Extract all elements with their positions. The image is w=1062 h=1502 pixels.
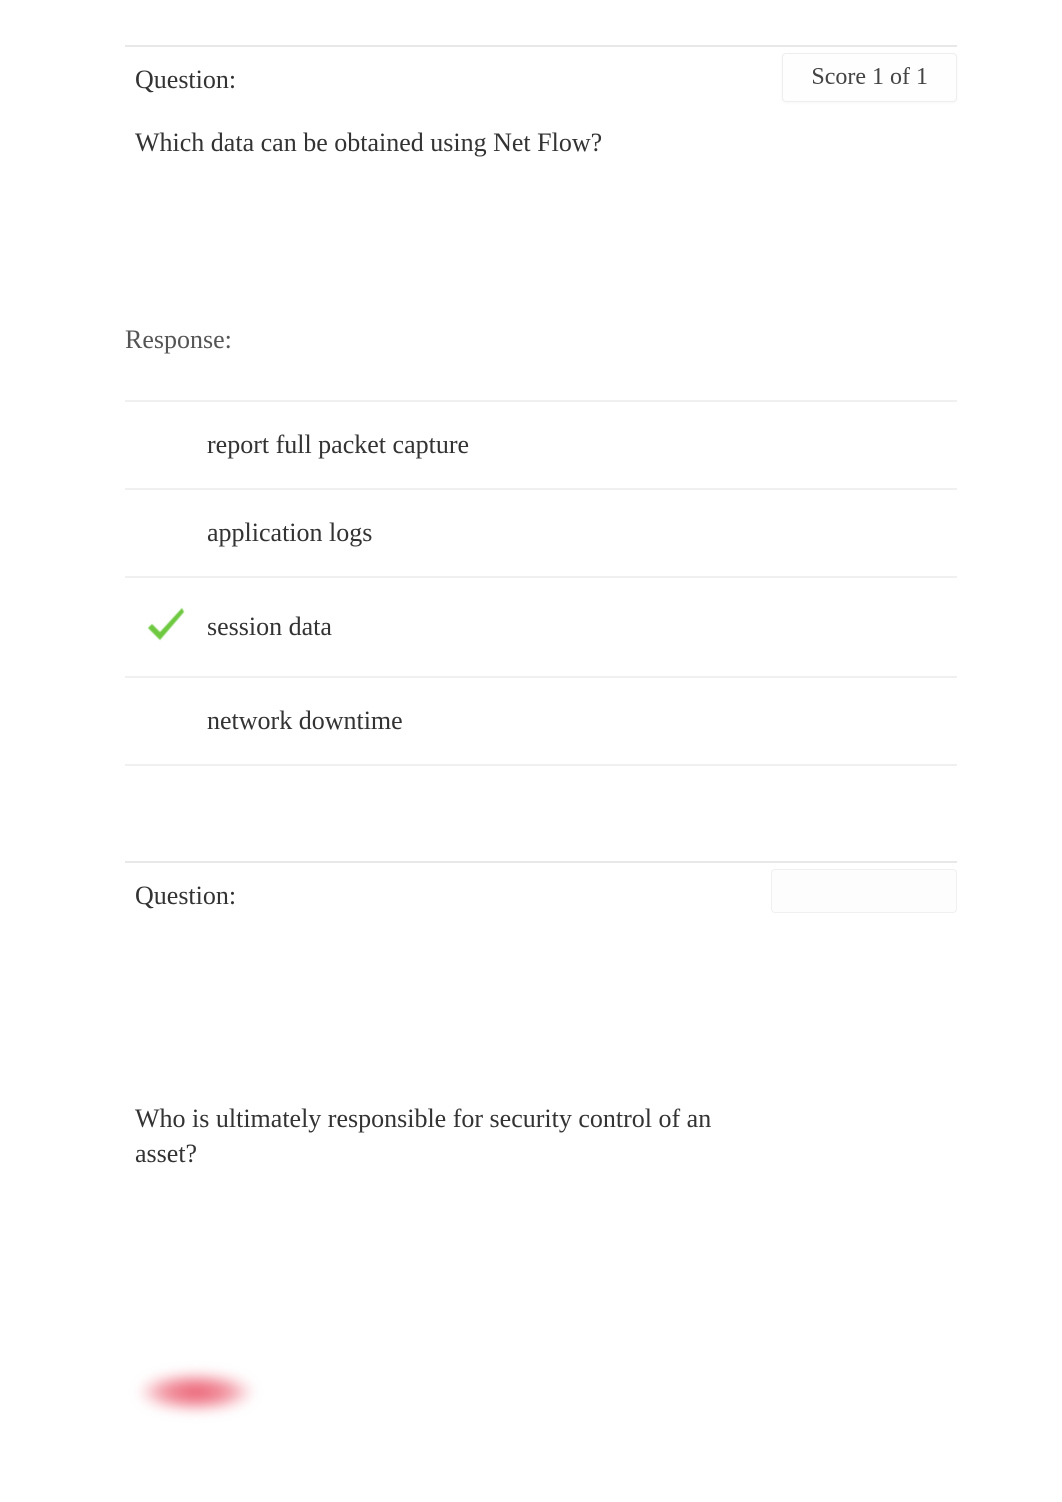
answer-text: application logs bbox=[207, 518, 372, 548]
answer-text: network downtime bbox=[207, 706, 403, 736]
score-badge: Score 1 of 1 bbox=[782, 53, 957, 102]
mark-cell bbox=[125, 606, 207, 648]
question-text: Which data can be obtained using Net Flo… bbox=[135, 125, 775, 160]
answer-text: report full packet capture bbox=[207, 430, 469, 460]
question-1: Score 1 of 1 Question: Which data can be… bbox=[125, 45, 957, 766]
answer-list: report full packet capture application l… bbox=[125, 400, 957, 766]
answer-option[interactable]: network downtime bbox=[125, 678, 957, 766]
score-badge-empty bbox=[771, 869, 957, 913]
question-2: Question: Who is ultimately responsible … bbox=[125, 861, 957, 1421]
answer-option[interactable]: application logs bbox=[125, 490, 957, 578]
checkmark-icon bbox=[142, 606, 190, 648]
answer-option[interactable]: session data bbox=[125, 578, 957, 678]
blurred-mark-icon bbox=[140, 1373, 252, 1411]
answer-option[interactable]: report full packet capture bbox=[125, 400, 957, 490]
response-label: Response: bbox=[125, 325, 957, 355]
answer-text: session data bbox=[207, 612, 332, 642]
question-text: Who is ultimately responsible for securi… bbox=[135, 1101, 775, 1171]
